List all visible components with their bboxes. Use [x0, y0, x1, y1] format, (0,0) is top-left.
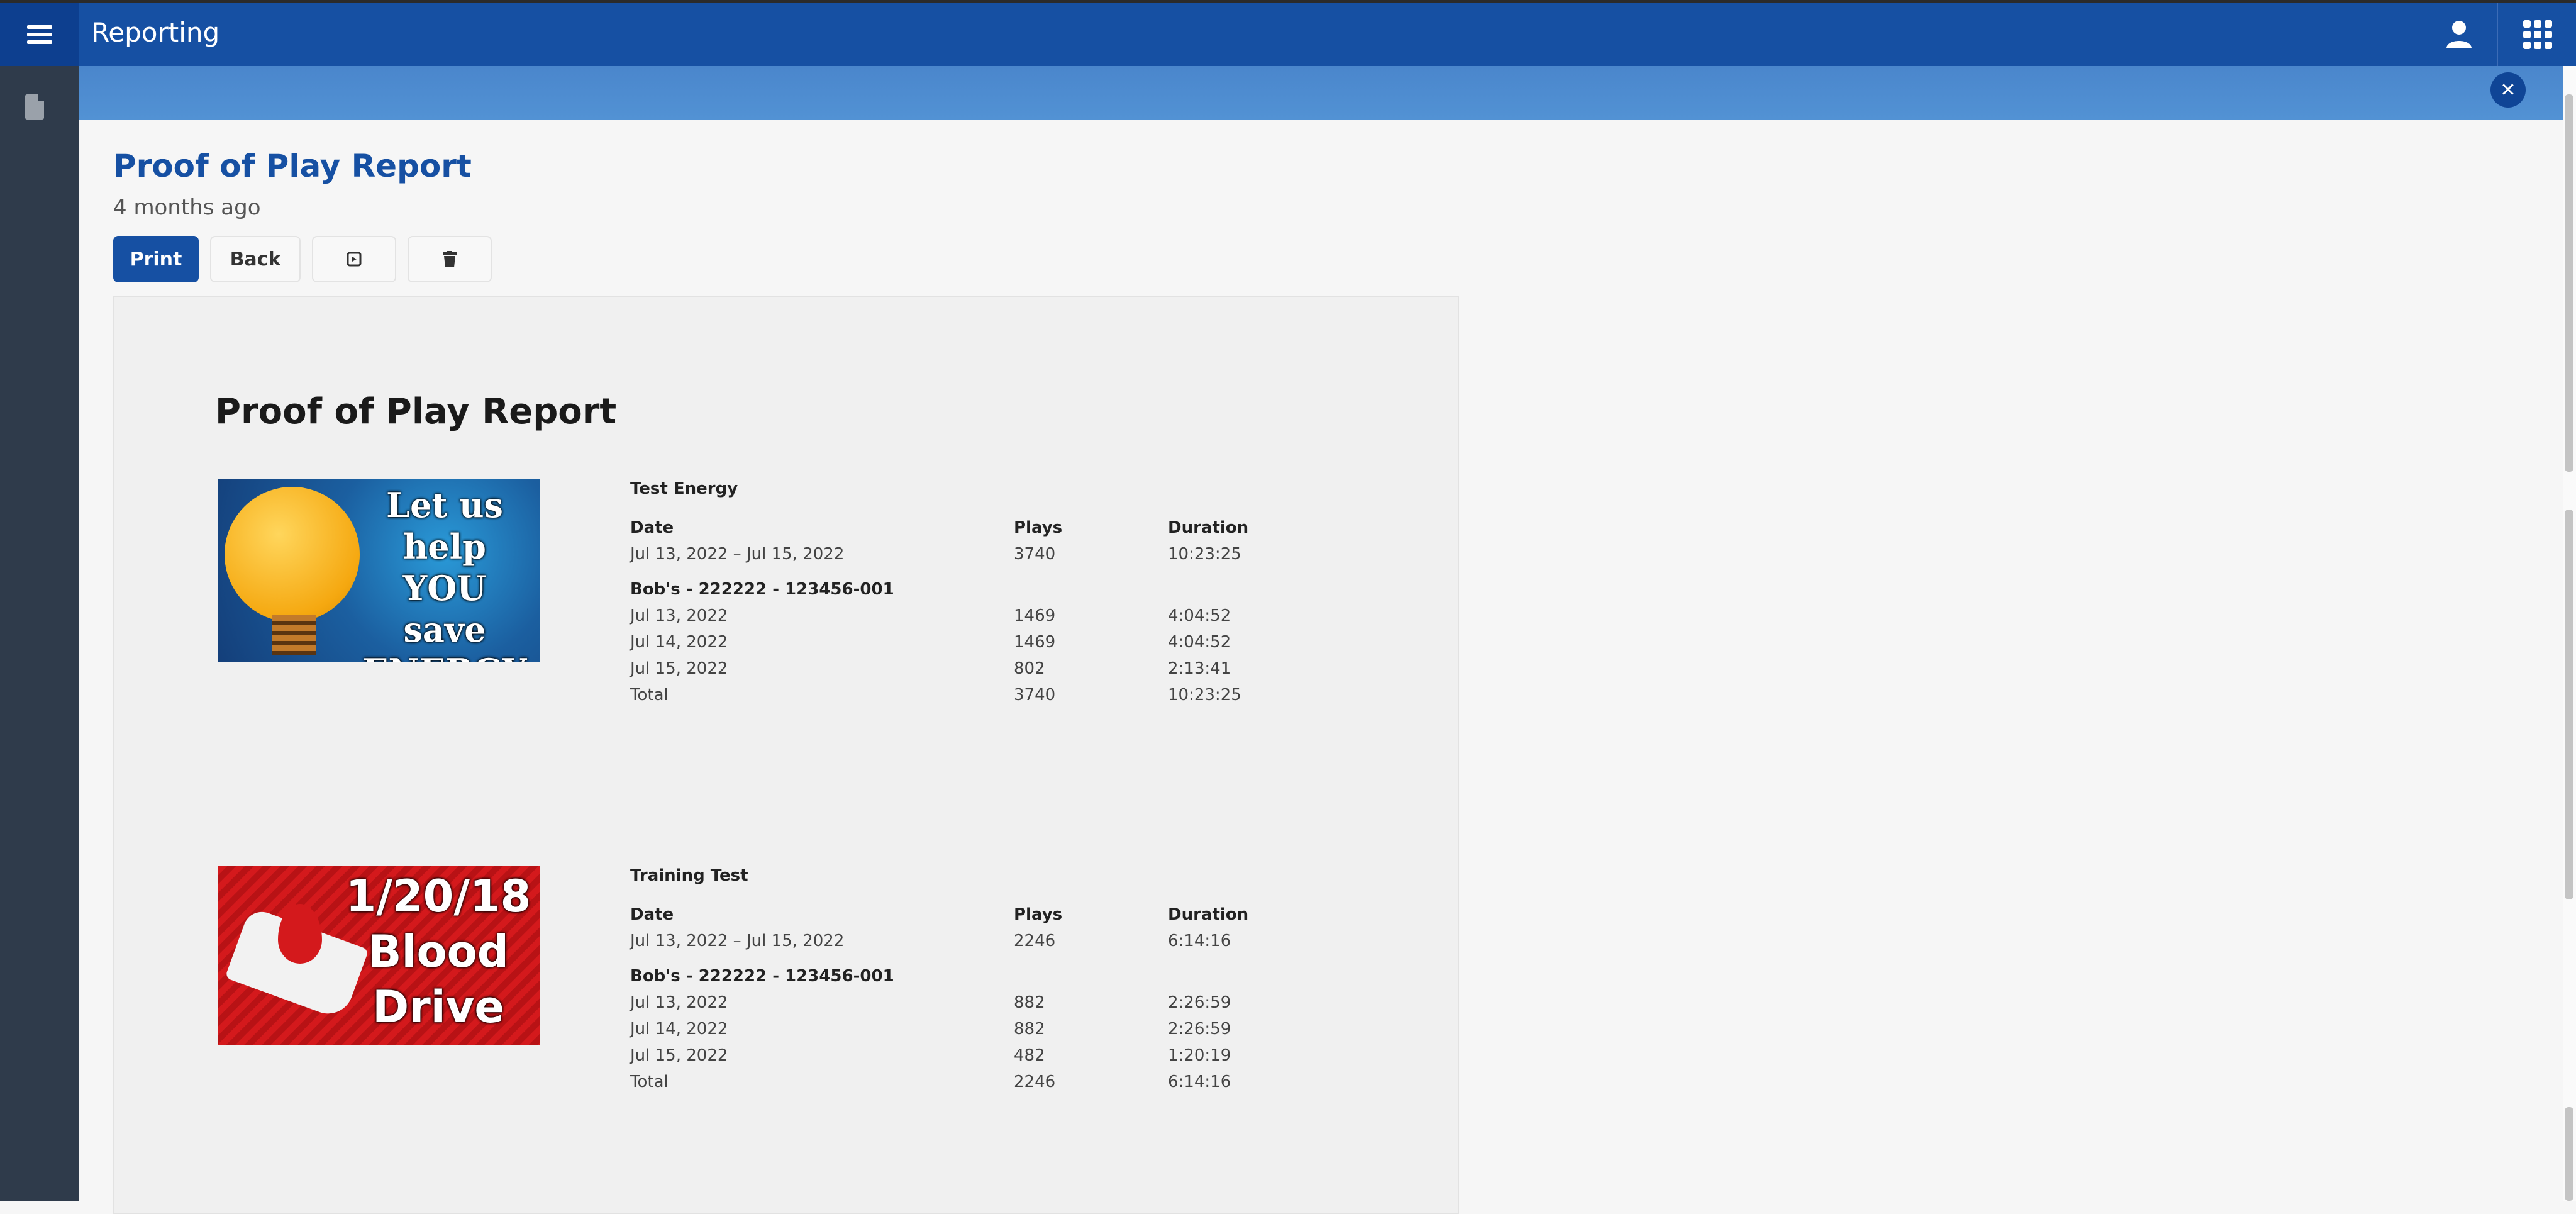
- location-name: Bob's - 222222 - 123456-001: [630, 967, 894, 986]
- cell-duration: 1:20:19: [1168, 1046, 1231, 1065]
- cell-duration: 2:26:59: [1168, 1020, 1231, 1039]
- cell-duration: 10:23:25: [1168, 686, 1241, 704]
- report-age: 4 months ago: [113, 195, 261, 220]
- content-thumbnail-training-test: 1/20/18 Blood Drive: [218, 866, 540, 1045]
- lightbulb-base: [272, 615, 316, 655]
- caption-line: save: [403, 610, 486, 650]
- back-button[interactable]: Back: [210, 236, 301, 282]
- content-thumbnail-test-energy: Let us help YOU save ENERGY: [218, 479, 540, 662]
- open-external-icon: [347, 252, 362, 267]
- caption-line: Drive: [372, 981, 504, 1033]
- open-external-button[interactable]: [312, 236, 396, 282]
- thumbnail-caption: Let us help YOU save ENERGY: [357, 484, 533, 662]
- user-button[interactable]: [2421, 3, 2497, 66]
- menu-button[interactable]: [0, 3, 79, 66]
- scrollbar-thumb-outer[interactable]: [2565, 94, 2573, 472]
- blood-drop-icon: [278, 904, 322, 964]
- trash-icon: [443, 251, 457, 267]
- report-preview: Proof of Play Report Let us help YOU sav…: [113, 296, 1459, 1214]
- cell-date: Jul 14, 2022: [630, 1020, 728, 1039]
- app-title: Reporting: [91, 17, 220, 48]
- cell-plays: 3740: [1014, 686, 1056, 704]
- close-icon: ✕: [2500, 79, 2516, 101]
- cell-duration: 10:23:25: [1168, 545, 1241, 564]
- cell-duration: 4:04:52: [1168, 606, 1231, 625]
- column-header-duration: Duration: [1168, 905, 1249, 924]
- content-name-text: Training Test: [630, 866, 748, 885]
- cell-plays: 882: [1014, 1020, 1045, 1039]
- cell-duration: 6:14:16: [1168, 932, 1231, 950]
- main-content: Proof of Play Report 4 months ago Print …: [79, 120, 2563, 1214]
- cell-duration: 6:14:16: [1168, 1072, 1231, 1091]
- lightbulb-icon: [225, 487, 360, 622]
- cell-plays: 1469: [1014, 606, 1056, 625]
- sidebar: [0, 66, 79, 1201]
- cell-date: Total: [630, 686, 669, 704]
- content-name-text: Test Energy: [630, 479, 738, 498]
- caption-line: Blood: [368, 926, 509, 977]
- caption-line: 1/20/18: [345, 871, 531, 922]
- location-name: Bob's - 222222 - 123456-001: [630, 580, 894, 599]
- hamburger-icon: [26, 21, 52, 48]
- document-icon[interactable]: [25, 94, 44, 120]
- cell-date: Total: [630, 1072, 669, 1091]
- top-bar: Reporting: [0, 3, 2576, 66]
- thumbnail-caption: 1/20/18 Blood Drive: [344, 869, 533, 1035]
- cell-date: Jul 13, 2022: [630, 606, 728, 625]
- cell-date: Jul 14, 2022: [630, 633, 728, 652]
- toolbar: Print Back: [113, 236, 492, 282]
- column-header-plays: Plays: [1014, 905, 1063, 924]
- apps-grid-icon: [2523, 20, 2552, 49]
- cell-plays: 882: [1014, 993, 1045, 1012]
- delete-button[interactable]: [408, 236, 492, 282]
- cell-plays: 802: [1014, 659, 1045, 678]
- cell-duration: 2:13:41: [1168, 659, 1231, 678]
- user-icon: [2446, 21, 2472, 48]
- apps-button[interactable]: [2497, 3, 2576, 66]
- cell-date: Jul 15, 2022: [630, 659, 728, 678]
- cell-plays: 1469: [1014, 633, 1056, 652]
- page-title: Proof of Play Report: [113, 148, 472, 184]
- cell-date: Jul 15, 2022: [630, 1046, 728, 1065]
- cell-duration: 4:04:52: [1168, 633, 1231, 652]
- cell-plays: 482: [1014, 1046, 1045, 1065]
- cell-date: Jul 13, 2022 – Jul 15, 2022: [630, 545, 845, 564]
- cell-date: Jul 13, 2022: [630, 993, 728, 1012]
- column-header-plays: Plays: [1014, 518, 1063, 537]
- scrollbar-thumb-lower[interactable]: [2565, 1107, 2573, 1201]
- column-header-duration: Duration: [1168, 518, 1249, 537]
- caption-line: help YOU: [402, 526, 487, 608]
- cell-plays: 3740: [1014, 545, 1056, 564]
- column-header-date: Date: [630, 518, 674, 537]
- caption-line: ENERGY: [357, 650, 533, 662]
- cell-plays: 2246: [1014, 1072, 1056, 1091]
- print-button[interactable]: Print: [113, 236, 199, 282]
- column-header-date: Date: [630, 905, 674, 924]
- scrollbar-thumb-inner[interactable]: [2565, 510, 2573, 899]
- report-title: Proof of Play Report: [215, 391, 617, 432]
- cell-plays: 2246: [1014, 932, 1056, 950]
- close-button[interactable]: ✕: [2490, 72, 2526, 108]
- caption-line: Let us: [386, 485, 503, 525]
- cell-duration: 2:26:59: [1168, 993, 1231, 1012]
- cell-date: Jul 13, 2022 – Jul 15, 2022: [630, 932, 845, 950]
- sub-header-bar: [79, 66, 2563, 120]
